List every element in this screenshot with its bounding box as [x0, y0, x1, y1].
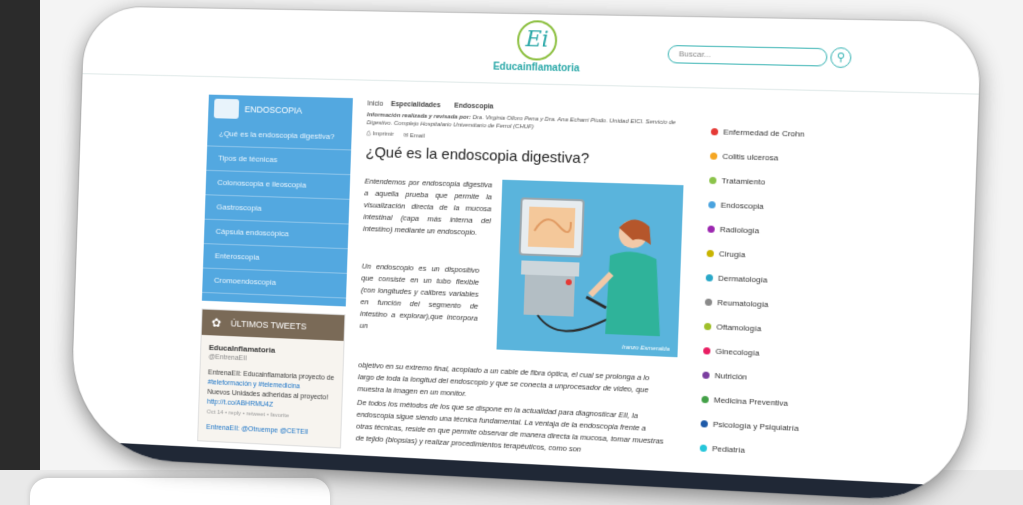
breadcrumb-page: Endoscopia	[454, 103, 493, 111]
website-card: Ei Educainflamatoria Buscar... ⚲ ENDOSCO…	[70, 6, 982, 503]
specialty-label: Psicología y Psiquiatría	[713, 419, 799, 432]
photo-stage: Ei Educainflamatoria Buscar... ⚲ ENDOSCO…	[0, 0, 1023, 505]
paragraph-2: Un endoscopio es un dispositivo que cons…	[359, 261, 479, 337]
background-second-card	[30, 478, 330, 505]
specialty-label: Pediatría	[712, 444, 745, 455]
specialty-label: Colitis ulcerosa	[722, 151, 778, 162]
illustration-drawing	[496, 180, 683, 358]
page-title: ¿Qué es la endoscopia digestiva?	[365, 144, 684, 170]
tweets-widget: ✿ ÚLTIMOS TWEETS EducaInflamatoria @Entr…	[197, 308, 345, 448]
paragraph-1: Entendemos por endoscopia digestiva a aq…	[363, 176, 493, 240]
specialty-dot	[711, 128, 718, 135]
specialty-dot	[707, 249, 714, 256]
site-logo[interactable]: Ei Educainflamatoria	[486, 19, 588, 74]
specialty-label: Dermatología	[718, 273, 768, 284]
endoscopy-menu-header: ENDOSCOPIA	[208, 95, 353, 126]
specialty-dot	[702, 371, 709, 378]
email-label: Email	[410, 133, 425, 139]
left-sidebar: ENDOSCOPIA ¿Qué es la endoscopia digesti…	[197, 95, 353, 449]
specialty-label: Endoscopia	[721, 200, 764, 211]
print-button[interactable]: ⎙ Imprimir	[366, 131, 394, 139]
logo-mark: Ei	[516, 20, 557, 61]
search-icon[interactable]: ⚲	[830, 47, 852, 68]
specialty-label: Reumatología	[717, 297, 769, 308]
email-button[interactable]: ✉ Email	[403, 132, 425, 140]
specialties-list: Enfermedad de Crohn Colitis ulcerosa Tra…	[699, 119, 877, 468]
tweets-body: EducaInflamatoria @EntrenaEII EntrenaEII…	[198, 335, 343, 448]
logo-text: Educainflamatoria	[486, 61, 586, 74]
specialty-label: Medicina Preventiva	[714, 395, 789, 408]
main-content: Inicio Especialidades Endoscopia Informa…	[365, 100, 686, 170]
specialty-dot	[701, 420, 708, 427]
background-dark-edge	[0, 0, 40, 505]
author-label: Información realizada y revisada por:	[367, 112, 471, 121]
print-label: Imprimir	[372, 131, 393, 138]
specialty-label: Radiología	[720, 224, 760, 234]
breadcrumb-home[interactable]: Inicio	[367, 100, 383, 107]
specialty-dot	[701, 395, 708, 402]
specialty-dot	[707, 225, 714, 232]
specialty-label: Ginecología	[715, 346, 759, 357]
specialty-dot	[706, 274, 713, 281]
specialty-dot	[704, 322, 711, 329]
specialty-dot	[703, 347, 710, 354]
breadcrumb-section[interactable]: Especialidades	[391, 101, 441, 109]
specialty-dot	[709, 176, 716, 183]
search-input[interactable]: Buscar...	[667, 45, 827, 67]
endoscopy-icon	[214, 99, 239, 119]
endoscopy-menu-title: ENDOSCOPIA	[244, 104, 302, 115]
tweets-title: ÚLTIMOS TWEETS	[231, 318, 307, 331]
specialty-dot	[710, 152, 717, 159]
specialty-label: Tratamiento	[721, 176, 765, 186]
specialty-label: Cirugía	[719, 249, 746, 259]
endoscopy-menu: ENDOSCOPIA ¿Qué es la endoscopia digesti…	[202, 95, 353, 307]
tweet-text-3[interactable]: EntrenaEII: @Otruempe @CETEII	[206, 423, 333, 439]
site-header: Ei Educainflamatoria Buscar... ⚲	[83, 6, 982, 94]
endoscopy-illustration: Iranzo Esmeralda	[496, 180, 683, 358]
specialty-label: Oftamología	[716, 322, 761, 333]
specialty-label: Enfermedad de Crohn	[723, 127, 805, 138]
menu-item-cromoendoscopia[interactable]: Cromoendoscopia	[202, 268, 347, 298]
specialty-label: Nutrición	[715, 371, 748, 382]
specialty-dot	[708, 201, 715, 208]
specialty-dot	[705, 298, 712, 305]
twitter-bird-icon: ✿	[211, 316, 221, 330]
specialty-dot	[700, 444, 707, 451]
